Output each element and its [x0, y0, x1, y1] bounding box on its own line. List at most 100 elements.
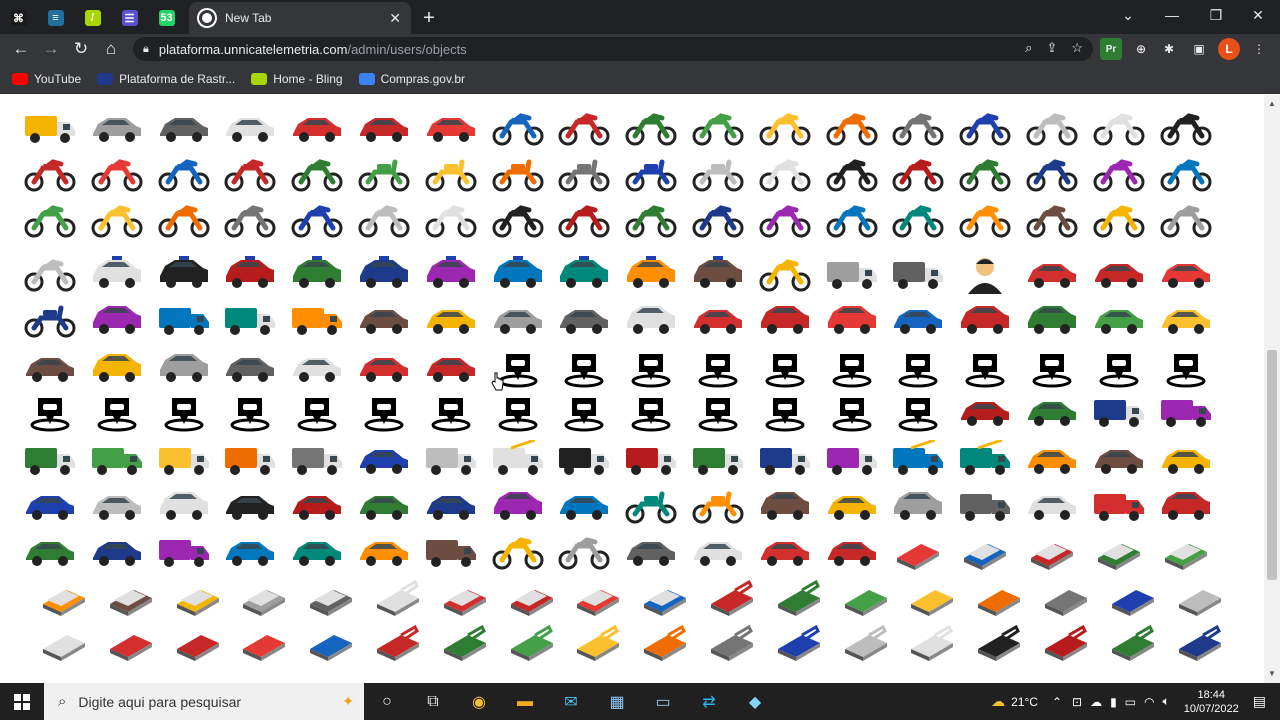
object-icon-option[interactable] — [688, 253, 748, 295]
tray-chevron-icon[interactable]: ⌃ — [1052, 695, 1062, 709]
object-icon-option[interactable] — [20, 107, 80, 149]
object-icon-option[interactable] — [822, 531, 882, 573]
object-icon-option[interactable] — [354, 153, 414, 195]
object-icon-option[interactable] — [220, 485, 280, 527]
object-icon-option[interactable] — [354, 391, 414, 433]
object-icon-option[interactable] — [1089, 107, 1149, 149]
object-icon-option[interactable] — [621, 347, 681, 389]
object-icon-option[interactable] — [101, 622, 161, 664]
object-icon-option[interactable] — [287, 199, 347, 241]
object-icon-option[interactable] — [488, 107, 548, 149]
object-icon-option[interactable] — [87, 347, 147, 389]
object-icon-option[interactable] — [822, 153, 882, 195]
object-icon-option[interactable] — [20, 199, 80, 241]
object-icon-option[interactable] — [354, 107, 414, 149]
object-icon-option[interactable] — [955, 347, 1015, 389]
object-icon-option[interactable] — [154, 199, 214, 241]
object-icon-option[interactable] — [354, 299, 414, 341]
calculator-icon[interactable]: ▦ — [594, 683, 640, 720]
object-icon-option[interactable] — [354, 347, 414, 389]
object-icon-option[interactable] — [755, 347, 815, 389]
pinned-tab-3[interactable]: ☰ — [111, 2, 148, 34]
object-icon-option[interactable] — [1089, 153, 1149, 195]
object-icon-option[interactable] — [755, 391, 815, 433]
object-icon-option[interactable] — [888, 531, 948, 573]
object-icon-option[interactable] — [1170, 577, 1230, 619]
object-icon-option[interactable] — [836, 577, 896, 619]
microphone-icon[interactable]: ▮ — [1110, 695, 1117, 709]
object-icon-option[interactable] — [836, 622, 896, 664]
bookmark-1[interactable]: Plataforma de Rastr... — [97, 72, 235, 86]
object-icon-option[interactable] — [220, 253, 280, 295]
object-icon-option[interactable] — [1156, 107, 1216, 149]
object-icon-option[interactable] — [87, 439, 147, 481]
tray-app-icon[interactable]: ⊡ — [1072, 695, 1082, 709]
object-icon-option[interactable] — [822, 253, 882, 295]
chrome-taskbar-icon[interactable]: ◉ — [456, 683, 502, 720]
object-icon-option[interactable] — [702, 622, 762, 664]
object-icon-option[interactable] — [20, 531, 80, 573]
object-icon-option[interactable] — [154, 107, 214, 149]
object-icon-option[interactable] — [154, 347, 214, 389]
object-icon-option[interactable] — [154, 531, 214, 573]
object-icon-option[interactable] — [1156, 439, 1216, 481]
zoom-icon[interactable]: ⌕ — [1025, 40, 1032, 56]
close-window-button[interactable]: ✕ — [1236, 0, 1280, 30]
object-icon-option[interactable] — [154, 439, 214, 481]
object-icon-option[interactable] — [1156, 199, 1216, 241]
object-icon-option[interactable] — [488, 439, 548, 481]
object-icon-option[interactable] — [435, 622, 495, 664]
object-icon-option[interactable] — [554, 439, 614, 481]
object-icon-option[interactable] — [822, 439, 882, 481]
object-icon-option[interactable] — [1089, 299, 1149, 341]
object-icon-option[interactable] — [755, 531, 815, 573]
lock-icon[interactable]: 🔒︎ — [143, 43, 149, 56]
object-icon-option[interactable] — [554, 299, 614, 341]
bookmark-0[interactable]: YouTube — [12, 72, 81, 86]
virtualbox-icon[interactable]: ◆ — [732, 683, 778, 720]
network-icon[interactable]: ▭ — [1125, 695, 1136, 709]
home-button[interactable]: ⌂ — [96, 34, 126, 64]
object-icon-option[interactable] — [888, 347, 948, 389]
object-icon-option[interactable] — [220, 439, 280, 481]
object-icon-option[interactable] — [354, 199, 414, 241]
object-icon-option[interactable] — [1103, 577, 1163, 619]
address-bar[interactable]: 🔒︎ plataforma.unnicatelemetria.com /admi… — [133, 37, 1093, 61]
weather-temp[interactable]: 21°C — [1011, 695, 1038, 709]
object-icon-option[interactable] — [888, 299, 948, 341]
object-icon-option[interactable] — [554, 199, 614, 241]
object-icon-option[interactable] — [287, 299, 347, 341]
tab-new-tab[interactable]: New Tab ✕ — [189, 2, 411, 34]
object-icon-option[interactable] — [20, 485, 80, 527]
object-icon-option[interactable] — [621, 253, 681, 295]
object-icon-option[interactable] — [621, 299, 681, 341]
reload-button[interactable]: ↻ — [66, 34, 96, 64]
object-icon-option[interactable] — [421, 485, 481, 527]
object-icon-option[interactable] — [755, 439, 815, 481]
object-icon-option[interactable] — [621, 199, 681, 241]
object-icon-option[interactable] — [1022, 531, 1082, 573]
back-button[interactable]: ← — [6, 34, 36, 64]
pinned-tab-4[interactable]: 53 — [148, 2, 185, 34]
object-icon-option[interactable] — [822, 199, 882, 241]
object-icon-option[interactable] — [435, 577, 495, 619]
object-icon-option[interactable] — [888, 199, 948, 241]
object-icon-option[interactable] — [421, 439, 481, 481]
object-icon-option[interactable] — [154, 253, 214, 295]
object-icon-option[interactable] — [554, 107, 614, 149]
pinned-tab-0[interactable]: ⌘ — [0, 2, 37, 34]
object-icon-option[interactable] — [87, 107, 147, 149]
object-icon-option[interactable] — [220, 391, 280, 433]
page-scrollbar[interactable]: ▲ ▼ — [1264, 95, 1280, 683]
object-icon-option[interactable] — [488, 531, 548, 573]
object-icon-option[interactable] — [755, 299, 815, 341]
maximize-button[interactable]: ❐ — [1194, 0, 1238, 30]
object-icon-option[interactable] — [101, 577, 161, 619]
object-icon-option[interactable] — [1170, 622, 1230, 664]
object-icon-option[interactable] — [421, 153, 481, 195]
close-tab-icon[interactable]: ✕ — [389, 10, 401, 27]
object-icon-option[interactable] — [688, 439, 748, 481]
object-icon-option[interactable] — [301, 622, 361, 664]
object-icon-option[interactable] — [554, 531, 614, 573]
volume-icon[interactable]: 🔈︎ — [1163, 694, 1170, 709]
